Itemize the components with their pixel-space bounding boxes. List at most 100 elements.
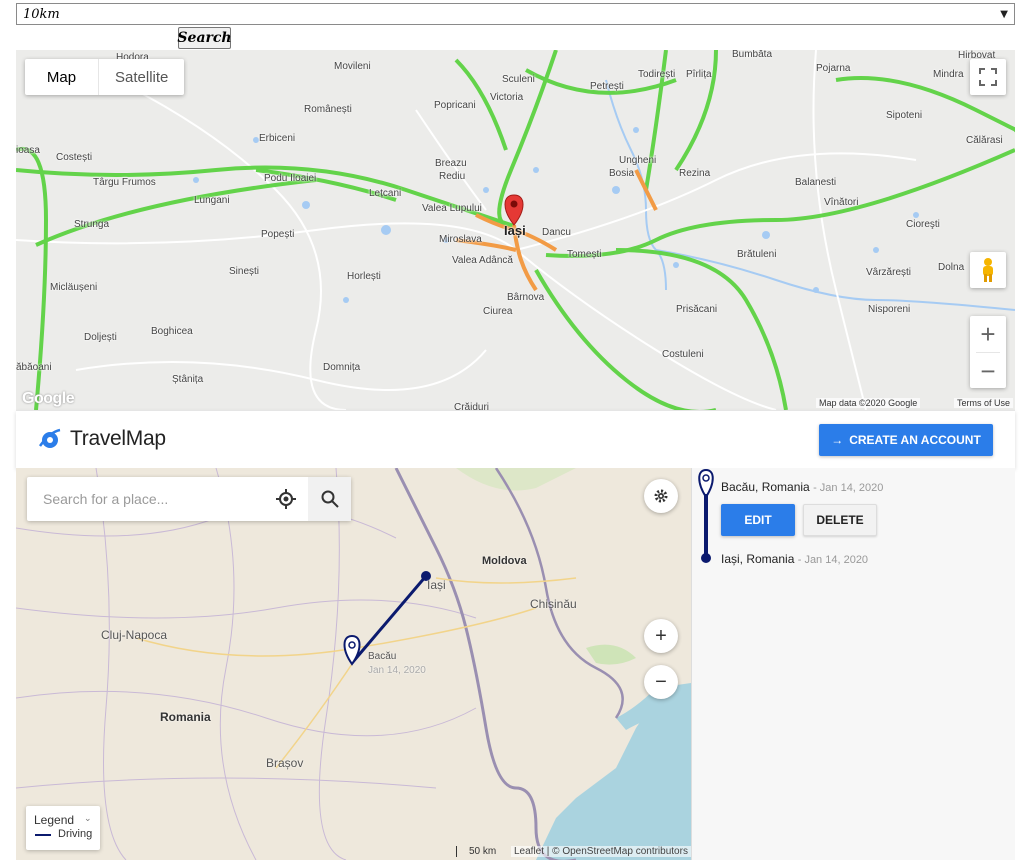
map-label-cluj: Cluj-Napoca xyxy=(101,628,168,642)
edit-button[interactable]: EDIT xyxy=(721,504,795,536)
place-label: Popești xyxy=(261,229,295,240)
stop-date: - Jan 14, 2020 xyxy=(813,482,884,494)
map-label-romania: Romania xyxy=(160,710,211,724)
brand-logo[interactable]: TravelMap xyxy=(38,427,166,451)
street-view-button[interactable] xyxy=(970,252,1006,288)
map-label-moldova: Moldova xyxy=(482,555,527,567)
map-type-map[interactable]: Map xyxy=(25,59,99,95)
place-label: Lețcani xyxy=(369,188,402,199)
distance-select[interactable]: 10km ▼ xyxy=(16,3,1015,25)
place-label: Târgu Frumos xyxy=(93,177,156,188)
place-label: Miroslava xyxy=(439,234,482,245)
place-label: Pojarna xyxy=(816,63,851,74)
page: 10km ▼ Search Hodora Movileni Bumbăta Hi… xyxy=(0,0,1032,866)
place-label: Crăiduri xyxy=(454,402,490,410)
search-icon xyxy=(321,490,339,508)
place-label: Bârnova xyxy=(507,292,545,303)
place-label: Valea Lupului xyxy=(422,203,482,214)
map-data-credit: Map data ©2020 Google xyxy=(816,398,921,408)
place-label: Balanesti xyxy=(795,177,837,188)
place-label: Sinești xyxy=(229,266,260,277)
zoom-out-button[interactable]: − xyxy=(970,353,1006,389)
bacau-pin-icon[interactable] xyxy=(343,634,361,666)
search-submit-button[interactable] xyxy=(308,477,351,521)
google-map[interactable]: Hodora Movileni Bumbăta Hirbovat Todireș… xyxy=(16,50,1015,410)
map-marker-icon[interactable] xyxy=(504,194,524,226)
place-label: Călărasi xyxy=(966,135,1003,146)
place-label: Prisăcani xyxy=(676,304,718,315)
chevron-down-icon: ▼ xyxy=(1000,8,1008,20)
terms-link[interactable]: Terms of Use xyxy=(954,398,1014,408)
place-label: Costuleni xyxy=(662,349,704,360)
trip-map-tiles xyxy=(16,468,691,860)
logo-icon xyxy=(38,428,61,448)
place-label: Valea Adâncă xyxy=(452,255,513,266)
place-search-input[interactable]: Search for a place... xyxy=(43,491,168,507)
legend-driving-swatch xyxy=(35,834,51,836)
trip-panel: Bacău, Romania - Jan 14, 2020 EDIT DELET… xyxy=(691,468,1015,860)
arrow-right-icon: → xyxy=(831,433,844,447)
map-label-bacau: Bacău xyxy=(368,651,397,662)
locate-icon[interactable] xyxy=(275,488,297,510)
timeline-line xyxy=(704,494,708,556)
place-label: Vârzărești xyxy=(866,267,912,278)
end-dot-icon xyxy=(701,553,711,563)
map-label-iasi: Iași xyxy=(427,578,446,592)
app-header: TravelMap → CREATE AN ACCOUNT xyxy=(16,410,1015,468)
place-label: Vînători xyxy=(824,197,859,208)
route-line[interactable] xyxy=(350,575,428,664)
place-search: Search for a place... xyxy=(27,477,351,521)
map-attribution[interactable]: Leaflet | © OpenStreetMap contributors xyxy=(511,846,691,857)
map-label-brasov: Brașov xyxy=(266,756,304,770)
place-label: Micläușeni xyxy=(50,282,98,293)
zoom-control: + − xyxy=(970,316,1006,388)
place-label: Brătuleni xyxy=(737,249,777,260)
legend-title: Legend xyxy=(34,813,75,827)
place-label: Victoria xyxy=(490,92,524,103)
stop-date: - Jan 14, 2020 xyxy=(797,554,869,566)
place-label: Tomești xyxy=(567,249,602,260)
legend[interactable]: Legend ⌄ Driving xyxy=(26,806,100,850)
map-zoom-in-button[interactable]: + xyxy=(644,619,678,653)
place-label: Rediu xyxy=(439,171,466,182)
place-label: Erbiceni xyxy=(259,133,296,144)
stop-item[interactable]: Iași, Romania - Jan 14, 2020 xyxy=(721,552,868,566)
place-label: Lungani xyxy=(194,195,230,206)
settings-button[interactable] xyxy=(644,479,678,513)
place-label: Nisporeni xyxy=(868,304,911,315)
create-account-label: CREATE AN ACCOUNT xyxy=(849,433,981,447)
place-label: Movileni xyxy=(334,61,371,72)
place-label: Costești xyxy=(56,152,93,163)
place-label: Ciurea xyxy=(483,306,513,317)
place-label: Pîrlița xyxy=(686,69,712,80)
google-logo: Google xyxy=(22,390,75,407)
brand-name: TravelMap xyxy=(70,427,166,450)
stop-item[interactable]: Bacău, Romania - Jan 14, 2020 xyxy=(721,480,883,494)
stop-place: Bacău, Romania xyxy=(721,480,810,494)
search-button[interactable]: Search xyxy=(177,27,232,49)
place-label: ăbăoani xyxy=(16,362,52,373)
fullscreen-button[interactable] xyxy=(970,59,1006,95)
place-label: Sculeni xyxy=(502,74,535,85)
trip-map[interactable]: Moldova Chișinău Iași Cluj-Napoca Bacău … xyxy=(16,468,691,860)
place-label: Bosia xyxy=(609,168,635,179)
place-label: Rezina xyxy=(679,168,711,179)
legend-driving-label: Driving xyxy=(58,828,93,840)
place-label: Podu Iloaiei xyxy=(264,173,317,184)
place-label: Ungheni xyxy=(619,155,657,166)
place-label: Boghicea xyxy=(151,326,193,337)
delete-button[interactable]: DELETE xyxy=(803,504,877,536)
map-zoom-out-button[interactable]: − xyxy=(644,665,678,699)
place-label: Cioreşti xyxy=(906,219,940,230)
chevron-down-icon: ⌄ xyxy=(84,813,92,823)
marker-city-label: Iași xyxy=(504,223,526,238)
place-label: ioasa xyxy=(16,145,40,156)
zoom-in-button[interactable]: + xyxy=(970,316,1006,352)
place-label: Mindra xyxy=(933,69,964,80)
place-label: Domnița xyxy=(323,362,361,373)
place-label: Dancu xyxy=(542,227,571,238)
create-account-button[interactable]: → CREATE AN ACCOUNT xyxy=(819,424,993,456)
place-label: Petrești xyxy=(590,81,624,92)
map-type-satellite[interactable]: Satellite xyxy=(99,59,184,95)
place-label: Strunga xyxy=(74,219,110,230)
